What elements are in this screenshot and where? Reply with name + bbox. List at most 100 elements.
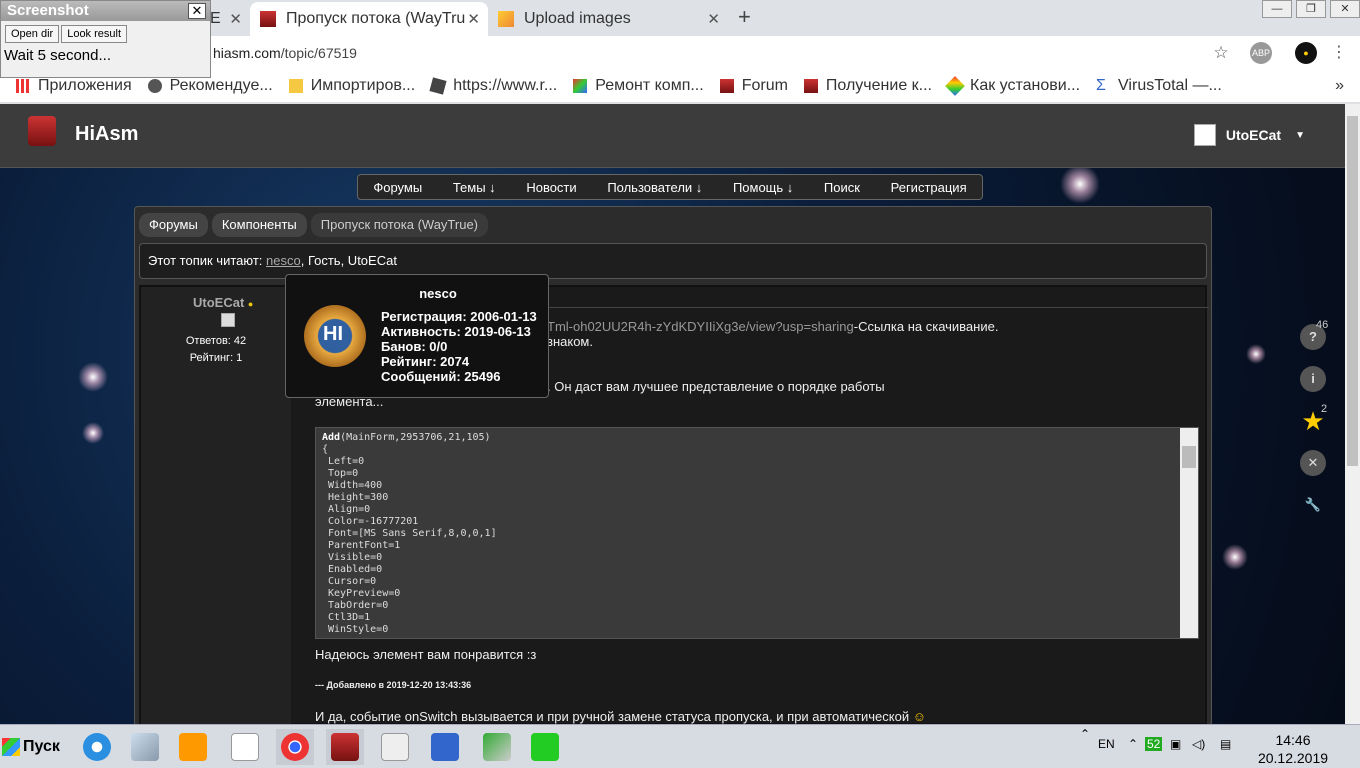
close-icon[interactable]: ✕: [229, 10, 242, 28]
tab-upload[interactable]: Upload images ✕: [488, 2, 728, 36]
ie-icon: [83, 733, 111, 761]
bookmark-item[interactable]: Импортиров...: [288, 77, 415, 95]
post-author[interactable]: UtoECat ●: [193, 295, 253, 310]
nav-forums[interactable]: Форумы: [373, 180, 422, 195]
url-path: /topic/67519: [280, 45, 357, 61]
user-menu[interactable]: UtoECat ▼: [1193, 124, 1305, 146]
tab-label: Пропуск потока (WayTru: [286, 10, 466, 27]
nav-users[interactable]: Пользователи ↓: [607, 180, 702, 195]
close-window-button[interactable]: ✕: [1330, 0, 1360, 18]
close-icon[interactable]: ✕: [188, 3, 206, 19]
bookmark-item[interactable]: Ремонт комп...: [573, 77, 704, 95]
taskbar-doc[interactable]: [226, 729, 264, 765]
network-icon[interactable]: ▤: [1220, 737, 1231, 751]
taskbar-docx[interactable]: [376, 729, 414, 765]
start-button[interactable]: Пуск: [2, 731, 60, 763]
side-toolbar: ? i ★ ✕ 🔧: [1300, 324, 1330, 534]
page-scrollbar[interactable]: [1345, 104, 1360, 724]
site-area: HiAsm UtoECat ▼ Форумы Темы ↓ Новости По…: [0, 104, 1345, 724]
bookmark-label: https://www.r...: [453, 77, 558, 94]
nav-help[interactable]: Помощь ↓: [733, 180, 793, 195]
site-brand[interactable]: HiAsm: [75, 123, 138, 146]
bookmark-item[interactable]: Как установи...: [945, 76, 1080, 96]
nav-search[interactable]: Поиск: [824, 180, 860, 195]
more-bookmarks-button[interactable]: »: [1335, 77, 1344, 95]
color-icon: [573, 79, 588, 93]
tooltip-messages: Сообщений: 25496: [381, 369, 501, 384]
bookmark-item[interactable]: Forum: [719, 77, 788, 95]
medal-icon: HI: [304, 305, 366, 367]
show-hidden-icon[interactable]: ⌃: [1128, 737, 1138, 751]
diamond-icon: [945, 76, 965, 96]
minimize-button[interactable]: —: [1262, 0, 1292, 18]
close-icon[interactable]: ✕: [467, 10, 480, 28]
nav-news[interactable]: Новости: [526, 180, 576, 195]
profile-avatar[interactable]: ●: [1295, 42, 1317, 64]
bookmark-apps[interactable]: Приложения: [16, 77, 132, 95]
medal-label: HI: [323, 323, 343, 345]
taskbar-people[interactable]: [426, 729, 464, 765]
code-keyword: Add: [322, 432, 341, 443]
new-tab-button[interactable]: +: [738, 4, 751, 30]
folder-icon: [288, 79, 303, 93]
hiasm-logo-icon[interactable]: [28, 116, 56, 146]
look-result-button[interactable]: Look result: [61, 25, 128, 43]
code-line: Width=400: [322, 480, 383, 491]
wrench-icon[interactable]: 🔧: [1300, 492, 1326, 518]
address-bar[interactable]: hiasm.com/topic/67519: [205, 40, 1235, 66]
close-icon[interactable]: ✕: [1300, 450, 1326, 476]
nav-topics[interactable]: Темы ↓: [453, 180, 496, 195]
author-rating: Рейтинг: 1: [189, 352, 243, 364]
code-line: Left=0: [322, 456, 365, 467]
scroll-thumb[interactable]: [1182, 446, 1196, 468]
bookmark-item[interactable]: Σ VirusTotal —...: [1096, 77, 1222, 95]
tray-badge[interactable]: 52: [1145, 737, 1163, 751]
breadcrumb-components[interactable]: Компоненты: [211, 213, 307, 237]
open-dir-button[interactable]: Open dir: [5, 25, 60, 43]
bookmark-label: Приложения: [38, 77, 132, 94]
taskbar-chrome[interactable]: [276, 729, 314, 765]
reader-link[interactable]: nesco: [266, 253, 301, 268]
code-args: (MainForm,2953706,21,105): [340, 432, 491, 443]
bookmark-star-icon[interactable]: ☆: [1210, 42, 1232, 64]
code-block[interactable]: Add(MainForm,2953706,21,105) { Left=0 To…: [315, 427, 1199, 639]
taskbar-control[interactable]: [478, 729, 516, 765]
url-host: hiasm.com: [213, 45, 281, 61]
menu-icon[interactable]: ⋮: [1328, 42, 1350, 64]
author-name: UtoECat: [193, 295, 245, 310]
bookmark-label: Рекомендуе...: [169, 77, 273, 94]
code-line: TabOrder=0: [322, 600, 389, 611]
info-icon[interactable]: i: [1300, 366, 1326, 392]
language-indicator[interactable]: EN: [1098, 737, 1115, 751]
post-author-panel: UtoECat ● Ответов: 42 Рейтинг: 1: [141, 287, 291, 724]
nav-register[interactable]: Регистрация: [891, 180, 967, 195]
download-link[interactable]: Tml-oh02UU2R4h-zYdKDYIIiXg3e/view?usp=sh…: [547, 319, 854, 334]
maximize-button[interactable]: ❐: [1296, 0, 1326, 18]
bookmark-item[interactable]: Получение к...: [803, 77, 932, 95]
chevron-up-icon[interactable]: ⌃: [1080, 727, 1090, 741]
page-scroll-thumb[interactable]: [1347, 116, 1358, 466]
volume-icon[interactable]: ◁): [1192, 737, 1205, 751]
hiasm-favicon-icon: [260, 11, 276, 27]
code-line: WinStyle=0: [322, 624, 389, 635]
bookmark-item[interactable]: Рекомендуе...: [147, 77, 273, 95]
taskbar: Пуск ⌃ EN ⌃ 52 ▣ ◁) ▤ 14:46 20.12.2019: [0, 724, 1360, 768]
taskbar-media[interactable]: [174, 729, 212, 765]
background-star: [82, 422, 104, 444]
adblock-icon[interactable]: ABP: [1250, 42, 1272, 64]
breadcrumb-forums[interactable]: Форумы: [139, 213, 208, 237]
clock[interactable]: 14:46 20.12.2019: [1248, 731, 1338, 767]
close-icon[interactable]: ✕: [707, 10, 720, 28]
tab-active[interactable]: Пропуск потока (WayTru ✕: [250, 2, 488, 36]
code-scrollbar[interactable]: [1180, 428, 1198, 638]
taskbar-hiasm[interactable]: [326, 729, 364, 765]
media-player-icon: [179, 733, 207, 761]
background-star: [1222, 544, 1248, 570]
taskbar-green[interactable]: [526, 729, 564, 765]
tray-app-icon[interactable]: ▣: [1170, 737, 1181, 751]
screenshot-tool-window: Screenshot ✕ Open dir Look result Wait 5 …: [0, 0, 211, 78]
tooltip-user-name: nesco: [419, 286, 457, 301]
taskbar-ie[interactable]: [78, 729, 116, 765]
bookmark-item[interactable]: https://www.r...: [429, 77, 558, 95]
taskbar-app[interactable]: [126, 729, 164, 765]
